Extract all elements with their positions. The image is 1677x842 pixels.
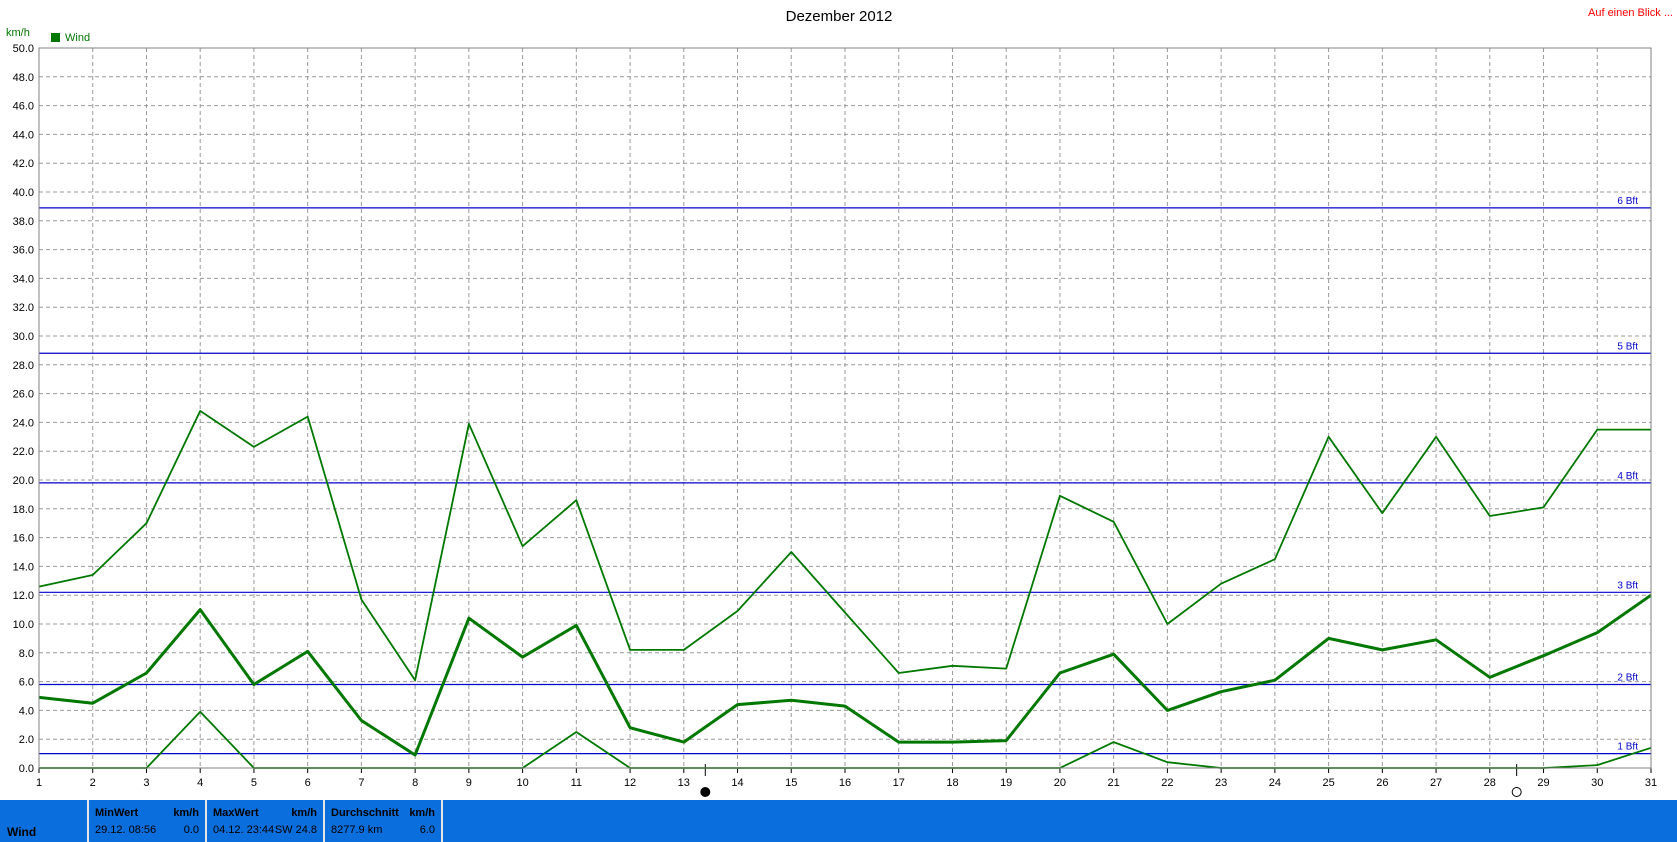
y-tick-label: 48.0 xyxy=(13,72,34,84)
legend-label: Wind xyxy=(65,32,90,44)
max-unit: km/h xyxy=(291,807,317,819)
y-tick-label: 10.0 xyxy=(13,619,34,631)
avg-unit: km/h xyxy=(409,807,435,819)
x-tick-label: 28 xyxy=(1484,777,1496,789)
x-tick-label: 30 xyxy=(1591,777,1603,789)
y-tick-label: 36.0 xyxy=(13,245,34,257)
beaufort-label: 2 Bft xyxy=(1617,672,1638,683)
avg-value: 6.0 xyxy=(419,824,435,836)
beaufort-label: 5 Bft xyxy=(1617,341,1638,352)
x-tick-label: 23 xyxy=(1215,777,1227,789)
grid xyxy=(39,48,1651,768)
x-tick-label: 1 xyxy=(36,777,42,789)
y-tick-label: 28.0 xyxy=(13,360,34,372)
min-unit: km/h xyxy=(173,807,199,819)
full-moon-icon xyxy=(1511,787,1522,797)
y-tick-label: 26.0 xyxy=(13,389,34,401)
y-tick-label: 8.0 xyxy=(19,648,34,660)
summary-divider xyxy=(441,800,443,842)
wind-chart: Dezember 2012 Auf einen Blick ... km/h W… xyxy=(6,7,1673,797)
y-tick-label: 42.0 xyxy=(13,158,34,170)
x-tick-label: 20 xyxy=(1054,777,1066,789)
avg-distance: 8277.9 km xyxy=(331,824,383,836)
x-tick-label: 13 xyxy=(678,777,690,789)
x-tick-label: 12 xyxy=(624,777,636,789)
y-tick-label: 14.0 xyxy=(13,561,34,573)
max-value-cell: MaxWert km/h 04.12. 23:44 SW 24.8 xyxy=(205,800,321,842)
x-tick-label: 22 xyxy=(1161,777,1173,789)
x-tick-label: 4 xyxy=(197,777,203,789)
x-tick-label: 31 xyxy=(1645,777,1657,789)
max-time: 04.12. 23:44 xyxy=(213,824,275,836)
y-tick-label: 22.0 xyxy=(13,446,34,458)
beaufort-label: 3 Bft xyxy=(1617,580,1638,591)
beaufort-label: 1 Bft xyxy=(1617,742,1638,753)
avg-header: Durchschnitt xyxy=(331,807,399,819)
y-tick-label: 0.0 xyxy=(19,763,34,775)
beaufort-label: 6 Bft xyxy=(1617,196,1638,207)
x-tick-label: 9 xyxy=(466,777,472,789)
x-tick-label: 17 xyxy=(893,777,905,789)
x-tick-label: 2 xyxy=(90,777,96,789)
x-tick-label: 18 xyxy=(946,777,958,789)
x-tick-label: 8 xyxy=(412,777,418,789)
x-tick-label: 29 xyxy=(1537,777,1549,789)
overview-link[interactable]: Auf einen Blick ... xyxy=(1588,7,1673,19)
x-tick-label: 10 xyxy=(516,777,528,789)
average-value-cell: Durchschnitt km/h 8277.9 km 6.0 xyxy=(323,800,439,842)
x-tick-label: 15 xyxy=(785,777,797,789)
y-tick-label: 2.0 xyxy=(19,734,34,746)
summary-bar: Wind MinWert km/h 29.12. 08:56 0.0 MaxWert… xyxy=(0,800,1677,842)
y-tick-label: 4.0 xyxy=(19,705,34,717)
y-tick-label: 20.0 xyxy=(13,475,34,487)
y-tick-label: 24.0 xyxy=(13,417,34,429)
x-tick-label: 11 xyxy=(571,777,582,789)
y-tick-label: 18.0 xyxy=(13,504,34,516)
y-tick-label: 30.0 xyxy=(13,331,34,343)
x-tick-label: 16 xyxy=(839,777,851,789)
x-tick-label: 6 xyxy=(305,777,311,789)
new-moon-icon xyxy=(700,787,711,797)
min-time: 29.12. 08:56 xyxy=(95,824,157,836)
x-axis-ticks: 1 2 3 4 5 6 7 8 9 10 11 12 13 14 15 16 17 18 19 20 21 22 23 24 2… xyxy=(36,768,1657,789)
y-tick-label: 46.0 xyxy=(13,101,34,113)
beaufort-label: 4 Bft xyxy=(1617,471,1638,482)
y-tick-label: 38.0 xyxy=(13,216,34,228)
x-tick-label: 7 xyxy=(358,777,364,789)
x-tick-label: 5 xyxy=(251,777,257,789)
x-tick-label: 14 xyxy=(731,777,743,789)
x-tick-label: 24 xyxy=(1269,777,1281,789)
y-tick-label: 44.0 xyxy=(13,129,34,141)
max-header: MaxWert xyxy=(213,807,259,819)
y-tick-label: 32.0 xyxy=(13,302,34,314)
y-tick-label: 50.0 xyxy=(13,43,34,55)
legend-swatch xyxy=(51,33,60,42)
y-tick-label: 16.0 xyxy=(13,533,34,545)
summary-series-label: Wind xyxy=(7,825,37,839)
x-tick-label: 3 xyxy=(143,777,149,789)
x-tick-label: 21 xyxy=(1108,777,1120,789)
y-axis-unit: km/h xyxy=(6,27,30,39)
min-value-cell: MinWert km/h 29.12. 08:56 0.0 xyxy=(87,800,203,842)
x-tick-label: 25 xyxy=(1322,777,1334,789)
max-value: SW 24.8 xyxy=(274,824,317,836)
chart-title: Dezember 2012 xyxy=(786,8,893,25)
y-tick-label: 12.0 xyxy=(13,590,34,602)
min-value: 0.0 xyxy=(183,824,199,836)
y-tick-label: 6.0 xyxy=(19,677,34,689)
y-tick-label: 40.0 xyxy=(13,187,34,199)
x-tick-label: 19 xyxy=(1000,777,1012,789)
x-tick-label: 27 xyxy=(1430,777,1442,789)
y-tick-label: 34.0 xyxy=(13,273,34,285)
x-tick-label: 26 xyxy=(1376,777,1388,789)
y-axis-ticks: 0.0 2.0 4.0 6.0 8.0 10.0 12.0 14.0 16.0 18.0 20.0 2… xyxy=(13,43,34,775)
min-header: MinWert xyxy=(95,807,139,819)
series-average-line xyxy=(38,593,1652,757)
